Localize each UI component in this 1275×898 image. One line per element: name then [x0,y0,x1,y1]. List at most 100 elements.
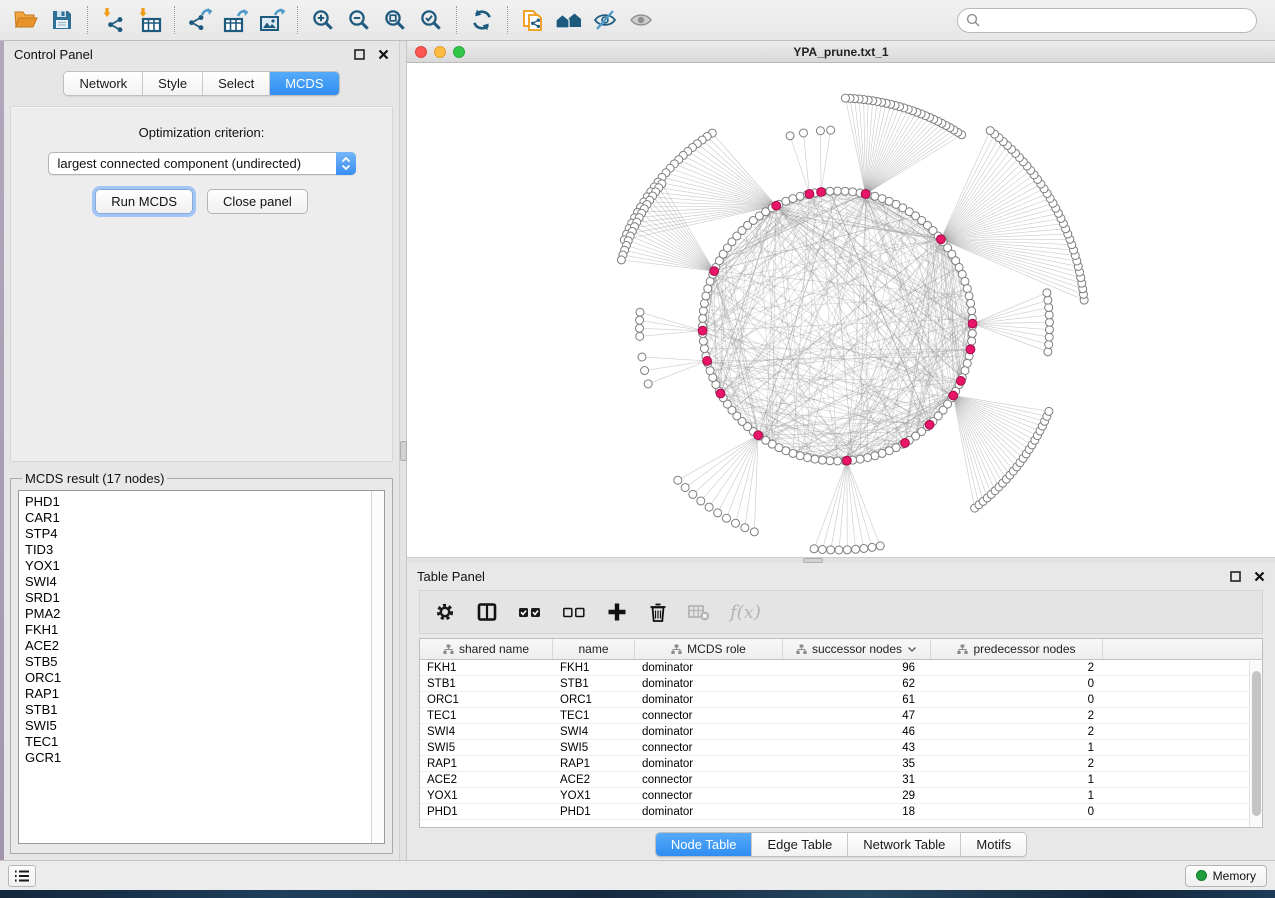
mcds-result-item[interactable]: RAP1 [25,686,370,702]
mcds-result-item[interactable]: YOX1 [25,558,370,574]
node-table: shared namenameMCDS rolesuccessor nodesp… [419,638,1263,828]
memory-status-icon [1196,870,1207,881]
search-input[interactable] [957,8,1257,33]
table-settings-icon[interactable] [434,601,456,623]
table-tab-node-table[interactable]: Node Table [656,833,753,856]
mcds-result-item[interactable]: SRD1 [25,590,370,606]
table-panel-title: Table Panel [417,569,1229,584]
close-panel-icon[interactable] [377,48,389,60]
table-row[interactable]: PHD1PHD1dominator180 [420,804,1249,820]
column-header-shared-name[interactable]: shared name [420,639,553,659]
mcds-result-list[interactable]: PHD1CAR1STP4TID3YOX1SWI4SRD1PMA2FKH1ACE2… [20,492,370,842]
export-image-icon[interactable] [254,3,290,37]
zoom-out-icon[interactable] [341,3,377,37]
column-header-predecessor-nodes[interactable]: predecessor nodes [931,639,1103,659]
main-toolbar [0,0,1275,41]
column-header-MCDS-role[interactable]: MCDS role [635,639,783,659]
memory-label: Memory [1213,869,1256,883]
network-documents-icon[interactable] [515,3,551,37]
mcds-result-item[interactable]: ACE2 [25,638,370,654]
open-file-icon[interactable] [8,3,44,37]
memory-button[interactable]: Memory [1185,865,1267,887]
mcds-result-item[interactable]: PMA2 [25,606,370,622]
hide-selected-icon[interactable] [587,3,623,37]
table-tab-motifs[interactable]: Motifs [961,833,1026,856]
mcds-result-item[interactable]: SWI4 [25,574,370,590]
criterion-dropdown[interactable]: largest connected component (undirected) [48,152,356,175]
zoom-fit-icon[interactable] [377,3,413,37]
toolbar-separator [174,6,175,34]
delete-row-icon[interactable] [648,601,668,623]
refresh-icon[interactable] [464,3,500,37]
show-columns-icon[interactable] [476,601,498,623]
mcds-result-item[interactable]: TID3 [25,542,370,558]
toolbar-separator [507,6,508,34]
table-tab-edge-table[interactable]: Edge Table [752,833,848,856]
export-table-icon[interactable] [218,3,254,37]
mcds-result-item[interactable]: GCR1 [25,750,370,766]
desktop-wallpaper [0,890,1275,898]
search-icon [966,13,981,28]
import-table-icon[interactable] [131,3,167,37]
table-tab-network-table[interactable]: Network Table [848,833,961,856]
control-tabs: NetworkStyleSelectMCDS [63,71,339,96]
import-network-icon[interactable] [95,3,131,37]
tab-network[interactable]: Network [64,72,143,95]
toolbar-separator [297,6,298,34]
show-all-icon[interactable] [623,3,659,37]
mcds-result-item[interactable]: SWI5 [25,718,370,734]
close-panel-button[interactable]: Close panel [207,189,308,214]
table-row[interactable]: ACE2ACE2connector311 [420,772,1249,788]
select-all-icon[interactable] [518,604,542,620]
mcds-result-item[interactable]: FKH1 [25,622,370,638]
shared-column-icon [671,644,682,655]
search-box [957,8,1257,33]
tab-select[interactable]: Select [203,72,270,95]
scrollbar-thumb[interactable] [1252,671,1261,816]
shared-column-icon [796,644,807,655]
toolbar-separator [87,6,88,34]
table-scrollbar[interactable] [1249,661,1262,827]
mcds-result-legend: MCDS result (17 nodes) [22,471,167,486]
export-network-icon[interactable] [182,3,218,37]
table-row[interactable]: RAP1RAP1dominator352 [420,756,1249,772]
table-row[interactable]: SWI4SWI4dominator462 [420,724,1249,740]
zoom-selected-icon[interactable] [413,3,449,37]
mcds-result-item[interactable]: PHD1 [25,494,370,510]
table-row[interactable]: TEC1TEC1connector472 [420,708,1249,724]
first-neighbors-icon[interactable] [551,3,587,37]
function-builder-icon: f(x) [730,602,761,623]
deselect-all-icon[interactable] [562,604,586,620]
network-canvas[interactable] [407,63,1275,557]
mcds-result-item[interactable]: TEC1 [25,734,370,750]
close-table-panel-icon[interactable] [1253,570,1265,582]
run-mcds-button[interactable]: Run MCDS [95,189,193,214]
criterion-value: largest connected component (undirected) [49,156,336,171]
mcds-result-item[interactable]: STP4 [25,526,370,542]
result-scrollbar[interactable] [371,491,384,843]
table-row[interactable]: YOX1YOX1connector291 [420,788,1249,804]
mcds-result-item[interactable]: CAR1 [25,510,370,526]
float-panel-icon[interactable] [353,48,365,60]
column-header-name[interactable]: name [553,639,635,659]
table-row[interactable]: STB1STB1dominator620 [420,676,1249,692]
horizontal-splitter[interactable] [407,557,1275,563]
add-row-icon[interactable] [606,601,628,623]
mcds-result-item[interactable]: ORC1 [25,670,370,686]
save-session-icon[interactable] [44,3,80,37]
optimization-criterion-label: Optimization criterion: [11,125,392,140]
table-body: FKH1FKH1dominator962STB1STB1dominator620… [420,660,1262,827]
table-row[interactable]: FKH1FKH1dominator962 [420,660,1249,676]
table-row[interactable]: ORC1ORC1dominator610 [420,692,1249,708]
table-row[interactable]: SWI5SWI5connector431 [420,740,1249,756]
tab-mcds[interactable]: MCDS [270,72,338,95]
mcds-result-item[interactable]: STB5 [25,654,370,670]
column-header-successor-nodes[interactable]: successor nodes [783,639,931,659]
mcds-result-item[interactable]: STB1 [25,702,370,718]
zoom-in-icon[interactable] [305,3,341,37]
shared-column-icon [957,644,968,655]
float-table-panel-icon[interactable] [1229,570,1241,582]
panel-list-button[interactable] [8,865,36,887]
vertical-splitter[interactable] [400,41,407,860]
tab-style[interactable]: Style [143,72,203,95]
